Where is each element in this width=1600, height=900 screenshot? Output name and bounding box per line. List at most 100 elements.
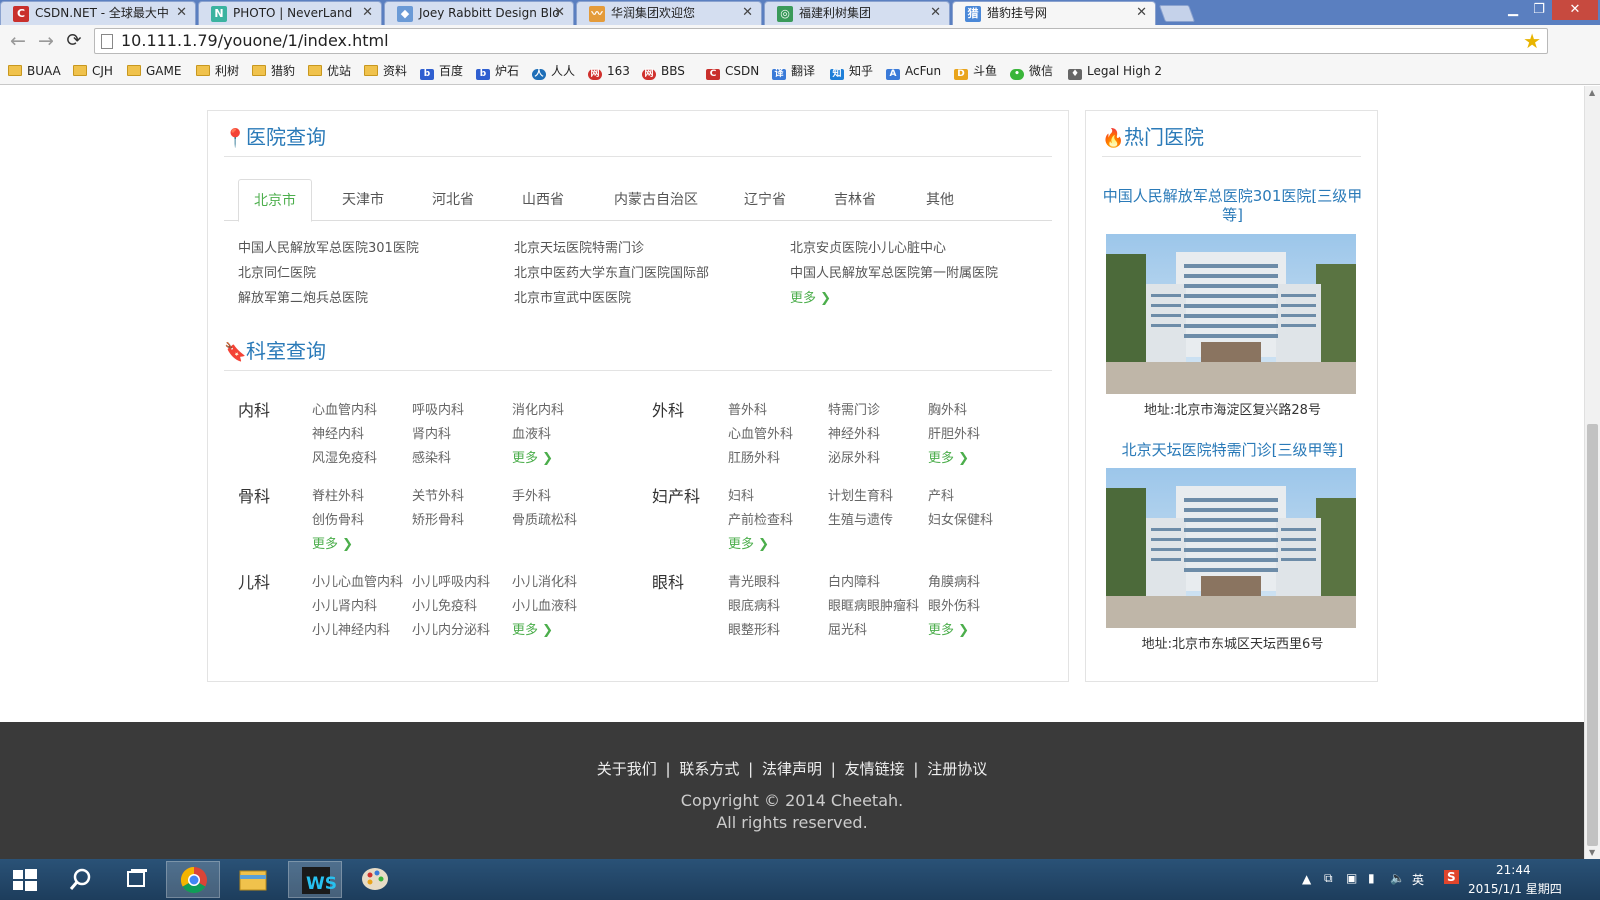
- dept-link[interactable]: 血液科: [512, 423, 551, 442]
- dept-link[interactable]: 小儿免疫科: [412, 595, 477, 614]
- dept-link[interactable]: 屈光科: [828, 619, 867, 638]
- dept-link[interactable]: 消化内科: [512, 399, 564, 418]
- dept-link[interactable]: 小儿消化科: [512, 571, 577, 590]
- hospital-link[interactable]: 北京同仁医院: [238, 262, 316, 281]
- tab-other[interactable]: 其他: [910, 179, 970, 221]
- hospital-link[interactable]: 中国人民解放军总医院第一附属医院: [790, 262, 998, 281]
- url-text[interactable]: 10.111.1.79/youone/1/index.html: [121, 29, 389, 53]
- dept-link[interactable]: 矫形骨科: [412, 509, 464, 528]
- dept-link[interactable]: 神经内科: [312, 423, 364, 442]
- dept-link[interactable]: 普外科: [728, 399, 767, 418]
- footer-link-about[interactable]: 关于我们: [597, 760, 657, 778]
- maximize-icon[interactable]: ❐: [1526, 0, 1552, 20]
- dept-link[interactable]: 眼底病科: [728, 595, 780, 614]
- dept-more-link[interactable]: 更多 ❯: [728, 533, 769, 552]
- hospital-photo[interactable]: [1106, 234, 1356, 394]
- dept-link[interactable]: 关节外科: [412, 485, 464, 504]
- scroll-up-icon[interactable]: ▲: [1589, 88, 1595, 97]
- tab-close-icon[interactable]: ✕: [362, 2, 373, 24]
- footer-link-contact[interactable]: 联系方式: [679, 760, 739, 778]
- hospital-link[interactable]: 北京安贞医院小儿心脏中心: [790, 237, 946, 256]
- clock-time[interactable]: 21:44: [1496, 863, 1531, 877]
- bookmark-link[interactable]: D 斗鱼: [954, 61, 997, 81]
- tab-jilin[interactable]: 吉林省: [820, 179, 890, 221]
- bookmark-link[interactable]: • 微信: [1010, 61, 1053, 81]
- dept-link[interactable]: 眼眶病眼肿瘤科: [828, 595, 919, 614]
- hot-hospital-link[interactable]: 中国人民解放军总医院301医院[三级甲等]: [1098, 187, 1367, 225]
- address-bar[interactable]: 10.111.1.79/youone/1/index.html ★: [94, 28, 1548, 54]
- dept-link[interactable]: 感染科: [412, 447, 451, 466]
- dept-link[interactable]: 心血管外科: [728, 423, 793, 442]
- bookmark-link[interactable]: 人人人: [532, 61, 575, 81]
- file-explorer-icon[interactable]: [226, 861, 280, 898]
- page-scrollbar[interactable]: ▲ ▼: [1584, 86, 1600, 859]
- dept-link[interactable]: 小儿肾内科: [312, 595, 377, 614]
- footer-link-terms[interactable]: 注册协议: [927, 760, 987, 778]
- dept-link[interactable]: 手外科: [512, 485, 551, 504]
- reload-icon[interactable]: ⟳: [62, 29, 86, 53]
- dept-link[interactable]: 特需门诊: [828, 399, 880, 418]
- tab-close-icon[interactable]: ✕: [1136, 2, 1147, 24]
- bookmark-link[interactable]: ♦ Legal High 2: [1068, 61, 1162, 81]
- dept-link[interactable]: 肝胆外科: [928, 423, 980, 442]
- bookmark-link[interactable]: A AcFun: [886, 61, 941, 81]
- tab-close-icon[interactable]: ✕: [176, 2, 187, 24]
- tab-close-icon[interactable]: ✕: [930, 2, 941, 24]
- dept-link[interactable]: 小儿内分泌科: [412, 619, 490, 638]
- dept-link[interactable]: 创伤骨科: [312, 509, 364, 528]
- tab-close-icon[interactable]: ✕: [742, 2, 753, 24]
- tray-expand-icon[interactable]: ▲: [1302, 872, 1311, 886]
- scroll-down-icon[interactable]: ▼: [1589, 848, 1595, 857]
- bookmark-link[interactable]: 网 BBS: [642, 61, 685, 81]
- volume-icon[interactable]: 🔈: [1390, 871, 1405, 885]
- tab-liaoning[interactable]: 辽宁省: [730, 179, 800, 221]
- dept-link[interactable]: 产前检查科: [728, 509, 793, 528]
- hospital-link[interactable]: 中国人民解放军总医院301医院: [238, 237, 419, 256]
- dept-more-link[interactable]: 更多 ❯: [928, 447, 969, 466]
- network-icon[interactable]: ▣: [1346, 871, 1357, 885]
- bookmark-folder[interactable]: 优站: [308, 61, 351, 81]
- paint-icon[interactable]: [348, 861, 402, 898]
- dept-link[interactable]: 骨质疏松科: [512, 509, 577, 528]
- hospital-more-link[interactable]: 更多 ❯: [790, 287, 831, 306]
- dept-link[interactable]: 青光眼科: [728, 571, 780, 590]
- dept-more-link[interactable]: 更多 ❯: [312, 533, 353, 552]
- sogou-icon[interactable]: S: [1444, 870, 1459, 884]
- tray-app-icon[interactable]: ⧉: [1324, 871, 1333, 886]
- hot-hospital-link[interactable]: 北京天坛医院特需门诊[三级甲等]: [1098, 441, 1367, 460]
- hospital-photo[interactable]: [1106, 468, 1356, 628]
- dept-link[interactable]: 产科: [928, 485, 954, 504]
- hospital-link[interactable]: 北京天坛医院特需门诊: [514, 237, 644, 256]
- browser-tab[interactable]: C CSDN.NET - 全球最大中 ✕: [0, 1, 196, 25]
- browser-tab[interactable]: N PHOTO | NeverLand ✕: [198, 1, 382, 25]
- tab-shanxi[interactable]: 山西省: [508, 179, 578, 221]
- dept-link[interactable]: 肛肠外科: [728, 447, 780, 466]
- dept-link[interactable]: 计划生育科: [828, 485, 893, 504]
- bookmark-link[interactable]: 译翻译: [772, 61, 815, 81]
- bookmark-link[interactable]: C CSDN: [706, 61, 759, 81]
- new-tab-button[interactable]: [1158, 5, 1196, 22]
- back-arrow-icon[interactable]: ←: [6, 29, 30, 53]
- battery-icon[interactable]: ▮: [1368, 871, 1375, 885]
- bookmark-folder[interactable]: 利树: [196, 61, 239, 81]
- bookmark-folder[interactable]: GAME: [127, 61, 181, 81]
- dept-link[interactable]: 泌尿外科: [828, 447, 880, 466]
- dept-link[interactable]: 风湿免疫科: [312, 447, 377, 466]
- dept-link[interactable]: 脊柱外科: [312, 485, 364, 504]
- tab-neimenggu[interactable]: 内蒙古自治区: [602, 179, 710, 221]
- browser-tab-active[interactable]: 猎 猎豹挂号网 ✕: [952, 1, 1156, 25]
- tab-close-icon[interactable]: ✕: [554, 2, 565, 24]
- bookmark-link[interactable]: b 百度: [420, 61, 463, 81]
- dept-link[interactable]: 呼吸内科: [412, 399, 464, 418]
- bookmark-folder[interactable]: 资料: [364, 61, 407, 81]
- hospital-link[interactable]: 北京市宣武中医医院: [514, 287, 631, 306]
- bookmark-link[interactable]: b 炉石: [476, 61, 519, 81]
- chrome-taskbar-icon[interactable]: [166, 861, 220, 898]
- footer-link-legal[interactable]: 法律声明: [762, 760, 822, 778]
- dept-link[interactable]: 小儿呼吸内科: [412, 571, 490, 590]
- search-icon[interactable]: [62, 861, 98, 898]
- dept-link[interactable]: 神经外科: [828, 423, 880, 442]
- dept-more-link[interactable]: 更多 ❯: [512, 447, 553, 466]
- windows-start-icon[interactable]: [6, 861, 42, 898]
- dept-link[interactable]: 眼外伤科: [928, 595, 980, 614]
